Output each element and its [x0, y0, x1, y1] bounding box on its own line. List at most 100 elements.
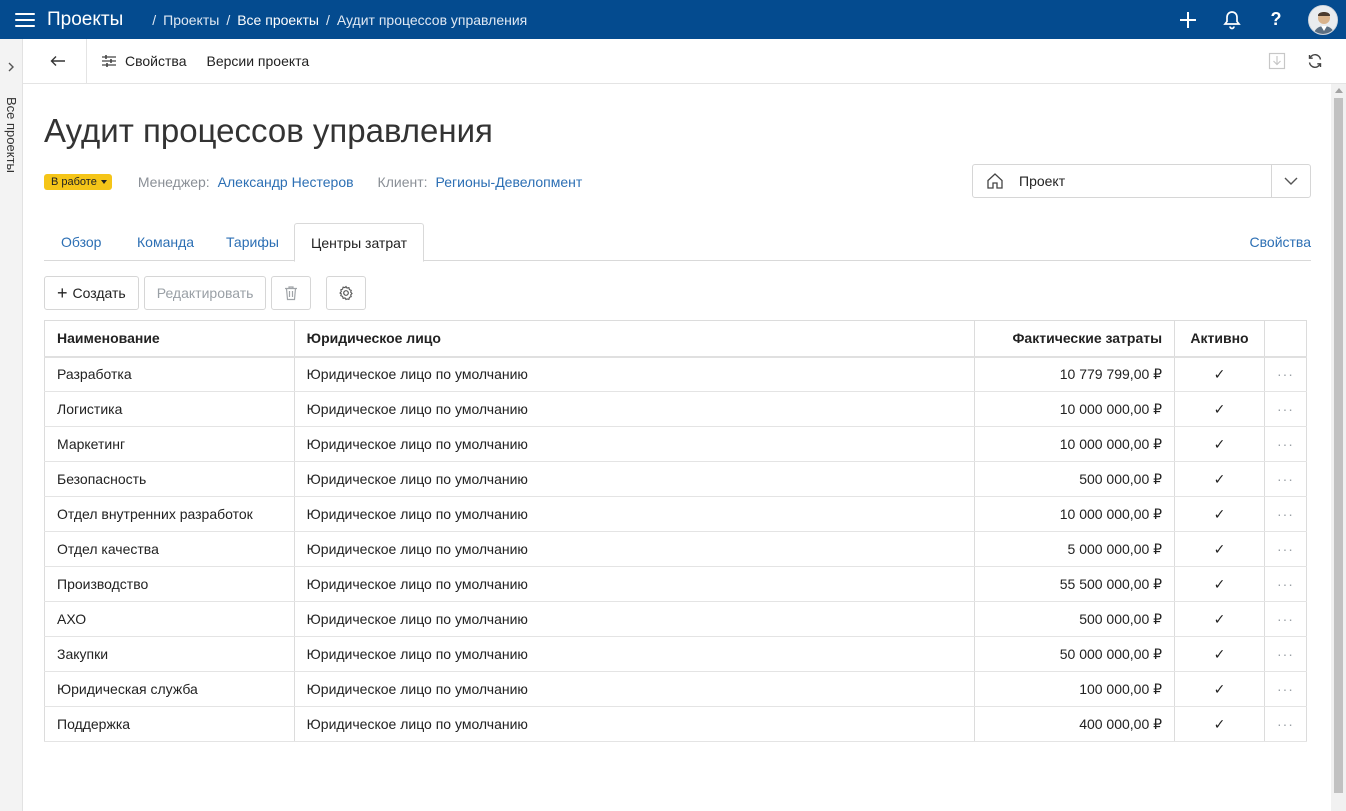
cell-name: Юридическая служба: [44, 671, 295, 707]
cell-actual-costs: 10 000 000,00 ₽: [974, 391, 1176, 427]
cell-legal-entity: Юридическое лицо по умолчанию: [294, 496, 976, 532]
edit-button[interactable]: Редактировать: [143, 276, 267, 310]
chevron-down-icon[interactable]: [1271, 165, 1310, 197]
back-arrow-icon[interactable]: [47, 50, 69, 72]
rail-all-projects-label[interactable]: Все проекты: [4, 97, 19, 173]
row-more-menu-icon[interactable]: ···: [1264, 496, 1308, 532]
column-header-legal-entity[interactable]: Юридическое лицо: [294, 320, 976, 358]
row-more-menu-icon[interactable]: ···: [1264, 391, 1308, 427]
avatar[interactable]: [1308, 4, 1338, 35]
table-row[interactable]: Отдел внутренних разработок Юридическое л…: [44, 496, 1308, 532]
tabs-properties-link[interactable]: Свойства: [1250, 223, 1311, 261]
cell-actual-costs: 50 000 000,00 ₽: [974, 636, 1176, 672]
table-row[interactable]: Разработка Юридическое лицо по умолчанию 1…: [44, 356, 1308, 392]
cell-actual-costs: 10 779 799,00 ₽: [974, 356, 1176, 392]
manager-label: Менеджер:: [137, 173, 210, 190]
create-label: Создать: [72, 285, 126, 301]
column-header-active[interactable]: Активно: [1174, 320, 1265, 358]
table-row[interactable]: Маркетинг Юридическое лицо по умолчанию 10…: [44, 426, 1308, 462]
status-label: В работе: [51, 175, 97, 188]
column-header-menu: [1264, 320, 1308, 358]
table-header-row: Наименование Юридическое лицо Фактически…: [44, 320, 1308, 358]
row-more-menu-icon[interactable]: ···: [1264, 601, 1308, 637]
status-badge[interactable]: В работе: [44, 173, 112, 190]
hamburger-menu-icon[interactable]: [15, 12, 35, 27]
tab-rates[interactable]: Тарифы: [226, 223, 279, 261]
table-row[interactable]: Юридическая служба Юридическое лицо по ум…: [44, 671, 1308, 707]
cell-actual-costs: 5 000 000,00 ₽: [974, 531, 1176, 567]
tab-cost-centers[interactable]: Центры затрат: [294, 223, 425, 262]
help-icon[interactable]: ?: [1264, 8, 1288, 32]
settings-button[interactable]: [326, 276, 367, 310]
cell-legal-entity: Юридическое лицо по умолчанию: [294, 531, 976, 567]
table-row[interactable]: Производство Юридическое лицо по умолчани…: [44, 566, 1308, 602]
cell-active-checkmark: ✓: [1174, 391, 1265, 427]
tab-overview[interactable]: Обзор: [61, 223, 101, 261]
top-bar: Проекты / Проекты / Все проекты / Аудит …: [0, 0, 1346, 39]
cell-active-checkmark: ✓: [1174, 531, 1265, 567]
row-more-menu-icon[interactable]: ···: [1264, 706, 1308, 742]
cell-legal-entity: Юридическое лицо по умолчанию: [294, 566, 976, 602]
scroll-up-arrow-icon[interactable]: [1335, 88, 1343, 93]
breadcrumb-separator: /: [152, 11, 157, 28]
cell-actual-costs: 500 000,00 ₽: [974, 461, 1176, 497]
row-more-menu-icon[interactable]: ···: [1264, 461, 1308, 497]
app-title[interactable]: Проекты: [47, 9, 123, 31]
delete-button[interactable]: [271, 276, 312, 310]
edit-label: Редактировать: [156, 285, 254, 301]
toolbar-divider: [86, 38, 87, 84]
row-more-menu-icon[interactable]: ···: [1264, 671, 1308, 707]
table-row[interactable]: Закупки Юридическое лицо по умолчанию 50 0…: [44, 636, 1308, 672]
tabs: Обзор Команда Тарифы Центры затрат Свойс…: [44, 223, 1311, 262]
column-header-actual-costs[interactable]: Фактические затраты: [974, 320, 1176, 358]
plus-icon[interactable]: [1176, 8, 1200, 32]
row-more-menu-icon[interactable]: ···: [1264, 356, 1308, 392]
cell-legal-entity: Юридическое лицо по умолчанию: [294, 461, 976, 497]
breadcrumb-all-projects[interactable]: Все проекты: [237, 12, 319, 28]
breadcrumb-projects[interactable]: Проекты: [163, 12, 219, 28]
breadcrumb-current-project[interactable]: Аудит процессов управления: [337, 12, 527, 28]
table-row[interactable]: Безопасность Юридическое лицо по умолчани…: [44, 461, 1308, 497]
tab-team[interactable]: Команда: [137, 223, 194, 261]
client-label: Клиент:: [377, 173, 428, 190]
bell-icon[interactable]: [1220, 8, 1244, 32]
properties-button[interactable]: Свойства: [101, 53, 186, 69]
project-type-select[interactable]: Проект: [972, 164, 1311, 198]
cell-active-checkmark: ✓: [1174, 636, 1265, 672]
create-button[interactable]: + Создать: [44, 276, 139, 310]
cell-actual-costs: 100 000,00 ₽: [974, 671, 1176, 707]
refresh-icon[interactable]: [1304, 50, 1326, 72]
row-more-menu-icon[interactable]: ···: [1264, 426, 1308, 462]
table-row[interactable]: Логистика Юридическое лицо по умолчанию 10…: [44, 391, 1308, 427]
cell-active-checkmark: ✓: [1174, 601, 1265, 637]
download-icon[interactable]: [1266, 50, 1288, 72]
cell-actual-costs: 55 500 000,00 ₽: [974, 566, 1176, 602]
table-row[interactable]: Отдел качества Юридическое лицо по умолча…: [44, 531, 1308, 567]
trash-icon: [285, 286, 298, 301]
cell-name: Производство: [44, 566, 295, 602]
home-icon: [987, 173, 1003, 189]
client-link[interactable]: Регионы-Девелопмент: [436, 174, 583, 190]
project-versions-button[interactable]: Версии проекта: [206, 53, 309, 69]
table-row[interactable]: Поддержка Юридическое лицо по умолчанию 40…: [44, 706, 1308, 742]
chevron-right-icon[interactable]: [5, 61, 17, 73]
cell-name: Логистика: [44, 391, 295, 427]
manager-link[interactable]: Александр Нестеров: [218, 174, 354, 190]
project-versions-label: Версии проекта: [206, 53, 310, 69]
caret-down-icon: [100, 179, 107, 184]
cell-active-checkmark: ✓: [1174, 461, 1265, 497]
cell-name: Безопасность: [44, 461, 295, 497]
cell-name: АХО: [44, 601, 295, 637]
project-type-value: Проект: [1019, 173, 1066, 189]
table-row[interactable]: АХО Юридическое лицо по умолчанию 500 000,…: [44, 601, 1308, 637]
cell-name: Маркетинг: [44, 426, 295, 462]
row-more-menu-icon[interactable]: ···: [1264, 566, 1308, 602]
column-header-name[interactable]: Наименование: [44, 320, 295, 358]
cell-name: Закупки: [44, 636, 295, 672]
row-more-menu-icon[interactable]: ···: [1264, 531, 1308, 567]
vertical-scrollbar[interactable]: [1331, 84, 1346, 811]
row-more-menu-icon[interactable]: ···: [1264, 636, 1308, 672]
toolbar: Свойства Версии проекта: [23, 38, 1346, 84]
project-meta: В работе Менеджер: Александр Нестеров Кл…: [44, 172, 582, 191]
scrollbar-thumb[interactable]: [1334, 98, 1343, 793]
